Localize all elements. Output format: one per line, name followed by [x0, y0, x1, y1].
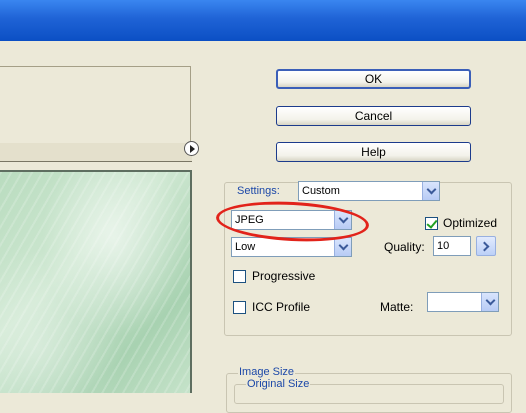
quality-value: 10: [437, 240, 450, 252]
cancel-button[interactable]: Cancel: [276, 106, 471, 126]
icc-profile-label: ICC Profile: [252, 300, 311, 314]
ok-button[interactable]: OK: [276, 69, 471, 89]
help-button[interactable]: Help: [276, 142, 471, 162]
chevron-down-icon: [334, 211, 351, 229]
progressive-checkbox[interactable]: [233, 270, 246, 283]
preview-menu-arrow-icon[interactable]: [184, 141, 199, 156]
chevron-down-icon: [334, 238, 351, 256]
settings-value: Custom: [302, 185, 340, 197]
settings-select[interactable]: Custom: [298, 181, 440, 201]
quality-level-select[interactable]: Low: [231, 237, 352, 257]
quality-label: Quality:: [384, 240, 425, 254]
chevron-right-icon[interactable]: [476, 236, 496, 256]
quality-input[interactable]: 10: [433, 236, 471, 256]
quality-level-value: Low: [235, 241, 256, 253]
matte-label: Matte:: [380, 300, 414, 314]
optimized-checkbox[interactable]: [425, 217, 438, 230]
format-value: JPEG: [235, 214, 264, 226]
preview-header: [0, 143, 192, 162]
matte-select[interactable]: [427, 292, 499, 312]
chevron-down-icon: [481, 293, 498, 311]
optimized-label: Optimized: [443, 216, 498, 230]
format-select[interactable]: JPEG: [231, 210, 352, 230]
progressive-label: Progressive: [252, 269, 316, 283]
image-preview: [0, 170, 192, 393]
original-size-label: Original Size: [246, 378, 311, 390]
preview-info-panel: [0, 66, 191, 144]
icc-profile-checkbox[interactable]: [233, 301, 246, 314]
settings-label: Settings:: [236, 185, 281, 197]
chevron-down-icon: [422, 182, 439, 200]
image-size-label: Image Size: [238, 366, 296, 378]
window-title-bar: [0, 0, 526, 41]
